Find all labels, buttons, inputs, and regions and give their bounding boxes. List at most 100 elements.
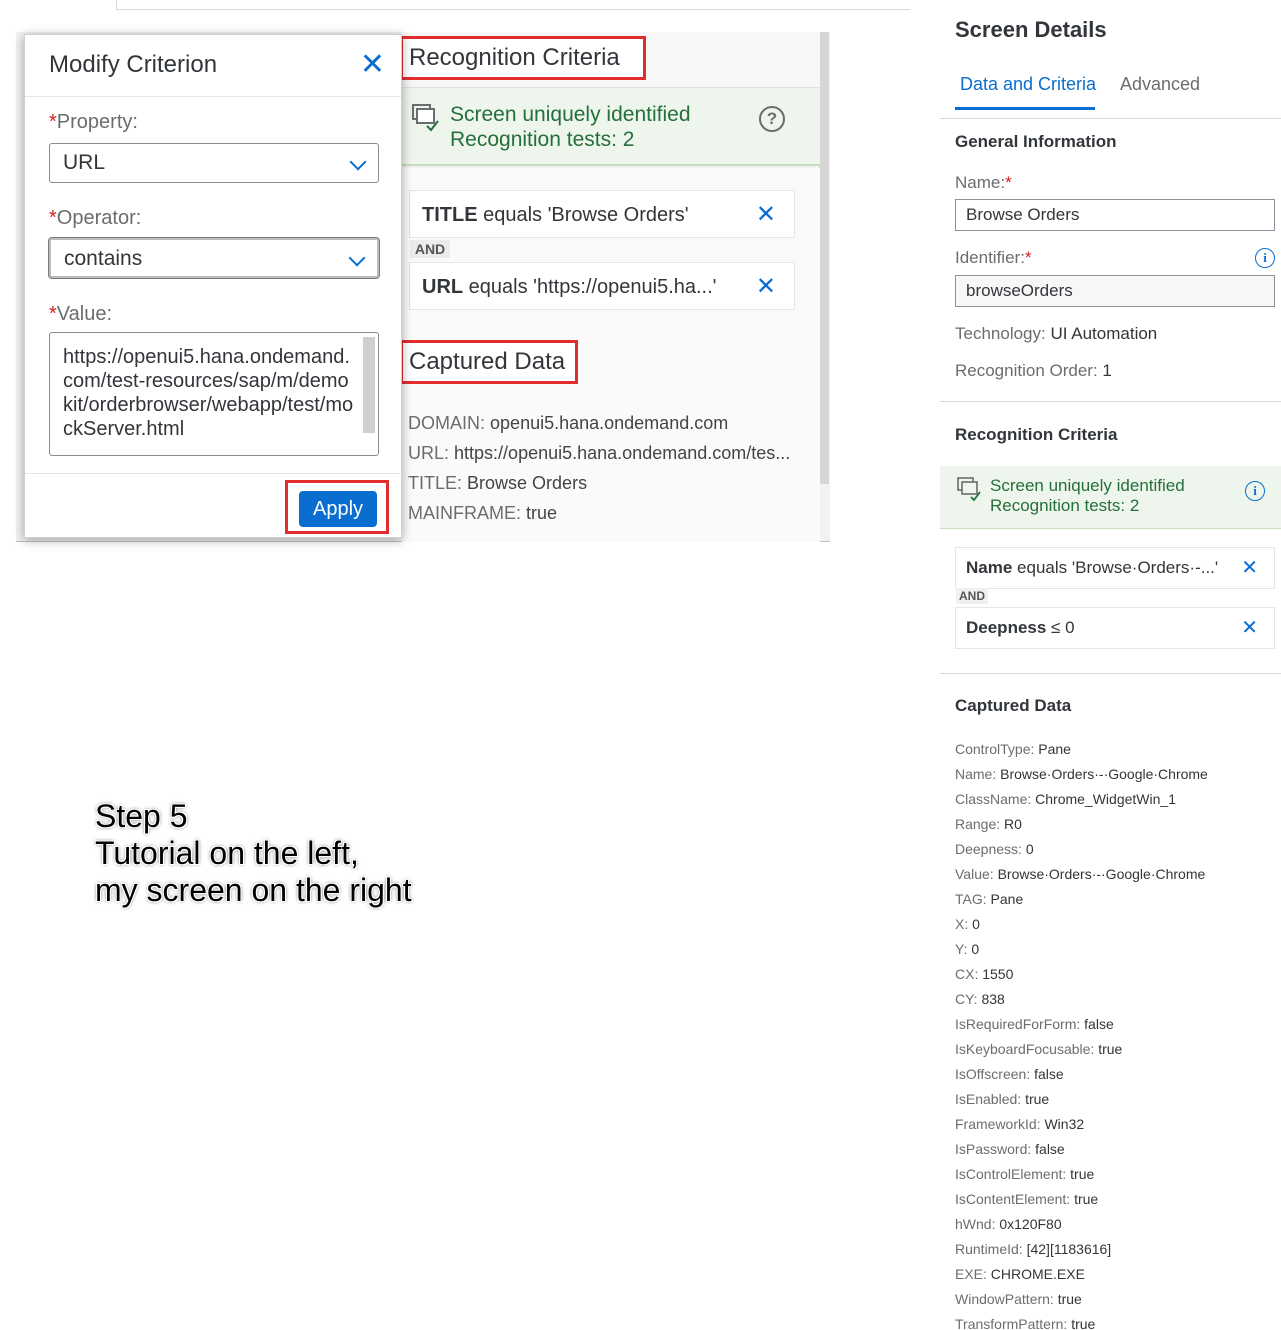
info-icon[interactable]: i [1245,481,1265,501]
divider [940,673,1281,674]
tutorial-status-line1: Screen uniquely identified [450,103,691,126]
captured-data-title: Captured Data [955,696,1072,715]
close-icon[interactable]: ✕ [1241,548,1258,588]
tutorial-scrollbar[interactable] [819,32,829,484]
dialog-header: Modify Criterion ✕ [25,35,401,97]
criterion-key: URL [422,276,464,298]
list-item: CY: 838 [955,991,1005,1007]
identifier-label: Identifier:* [955,248,1032,267]
list-item: ControlType: Pane [955,741,1071,757]
name-label: Name:* [955,173,1012,192]
list-item: Y: 0 [955,941,980,957]
value-label: *Value: [49,303,113,325]
captured-row: MAINFRAME: true [408,503,558,523]
list-item: hWnd: 0x120F80 [955,1216,1062,1232]
operator-select[interactable]: contains [48,237,380,279]
close-icon[interactable]: ✕ [1241,608,1258,648]
criterion-key: TITLE [422,204,478,226]
list-item: CX: 1550 [955,966,1014,982]
tutorial-top-border [116,0,910,10]
list-item: EXE: CHROME.EXE [955,1266,1085,1282]
list-item: RuntimeId: [42][1183616] [955,1241,1112,1257]
list-item: IsControlElement: true [955,1166,1095,1182]
info-icon[interactable]: i [1255,248,1275,268]
value-text: https://openui5.hana.ondemand.com/test-r… [63,346,354,440]
name-field[interactable]: Browse Orders [955,199,1275,231]
property-select[interactable]: URL [49,143,379,183]
list-item: IsEnabled: true [955,1091,1050,1107]
textarea-scrollbar[interactable] [363,337,375,433]
close-icon[interactable]: ✕ [756,191,776,239]
dialog-title: Modify Criterion [49,51,218,78]
tutorial-recognition-title: Recognition Criteria [400,36,646,80]
list-item: IsRequiredForForm: false [955,1016,1114,1032]
tutorial-status-text: Screen uniquely identified Recognition t… [450,102,691,152]
chevron-down-icon [348,249,366,267]
screen-check-icon [957,477,981,502]
property-value: URL [63,151,106,174]
tab-data-and-criteria[interactable]: Data and Criteria [960,74,1096,95]
property-label: *Property: [49,111,138,133]
captured-row: TITLE: Browse Orders [408,473,588,493]
tutorial-criterion-title[interactable]: TITLE equals 'Browse Orders' ✕ [409,190,795,238]
caption-line3: my screen on the right [95,872,412,908]
criterion-text: ≤ 0 [1046,618,1075,637]
help-icon[interactable]: ? [759,106,785,132]
general-information-title: General Information [955,132,1117,151]
divider [940,118,1281,119]
criterion-text: equals 'Browse·Orders·-...' [1012,558,1219,577]
caption-line2: Tutorial on the left, [95,835,359,871]
screen-details-panel: Screen Details Data and Criteria Advance… [940,0,1281,1330]
close-icon[interactable]: ✕ [756,263,776,311]
and-label: AND [956,588,988,604]
tutorial-criterion-url[interactable]: URL equals 'https://openui5.ha...' ✕ [409,262,795,310]
tutorial-status-line2: Recognition tests: 2 [450,128,635,151]
list-item: IsOffscreen: false [955,1066,1064,1082]
chevron-down-icon [349,153,367,171]
close-icon[interactable]: ✕ [360,47,385,82]
tutorial-captured-title: Captured Data [400,340,578,384]
list-item: X: 0 [955,916,980,932]
recognition-order-row: Recognition Order: 1 [955,361,1112,380]
list-item: IsPassword: false [955,1141,1065,1157]
operator-value: contains [64,247,143,270]
criterion-name[interactable]: Name equals 'Browse·Orders·-...' ✕ [955,547,1275,589]
technology-row: Technology: UI Automation [955,324,1158,343]
list-item: Name: Browse·Orders·-·Google·Chrome [955,766,1208,782]
apply-button[interactable]: Apply [299,491,377,527]
criterion-text: equals 'https://openui5.ha...' [463,276,717,298]
criterion-text: equals 'Browse Orders' [477,204,689,226]
status-line2: Recognition tests: 2 [990,496,1140,515]
step-caption: Step 5 Tutorial on the left, my screen o… [95,798,412,909]
list-item: WindowPattern: true [955,1291,1082,1307]
list-item: Value: Browse·Orders·-·Google·Chrome [955,866,1206,882]
list-item: Range: R0 [955,816,1022,832]
list-item: IsKeyboardFocusable: true [955,1041,1123,1057]
captured-data-list: ControlType: Pane Name: Browse·Orders·-·… [955,737,1208,1330]
value-textarea[interactable]: https://openui5.hana.ondemand.com/test-r… [49,332,379,456]
criterion-key: Name [966,558,1013,577]
recognition-criteria-title: Recognition Criteria [955,425,1118,444]
identifier-field[interactable]: browseOrders [955,275,1275,307]
caption-line1: Step 5 [95,798,188,834]
list-item: TAG: Pane [955,891,1024,907]
captured-row: DOMAIN: openui5.hana.ondemand.com [408,413,729,433]
dialog-footer: Apply [25,473,401,537]
list-item: FrameworkId: Win32 [955,1116,1085,1132]
criterion-deepness[interactable]: Deepness ≤ 0 ✕ [955,607,1275,649]
modify-criterion-dialog: Modify Criterion ✕ *Property: URL *Opera… [24,34,402,538]
divider [940,401,1281,402]
list-item: ClassName: Chrome_WidgetWin_1 [955,791,1176,807]
list-item: Deepness: 0 [955,841,1034,857]
criterion-key: Deepness [966,618,1047,637]
tutorial-status-banner: Screen uniquely identified Recognition t… [402,88,820,166]
active-tab-indicator [955,107,1095,110]
tab-advanced[interactable]: Advanced [1120,74,1200,95]
tutorial-captured-list: DOMAIN: openui5.hana.ondemand.com URL: h… [408,408,790,528]
list-item: IsContentElement: true [955,1191,1099,1207]
page-title: Screen Details [955,17,1107,42]
tutorial-and-label: AND [410,240,450,258]
screen-check-icon [412,104,439,132]
list-item: TransformPattern: true [955,1316,1096,1330]
status-text: Screen uniquely identified Recognition t… [990,476,1185,516]
